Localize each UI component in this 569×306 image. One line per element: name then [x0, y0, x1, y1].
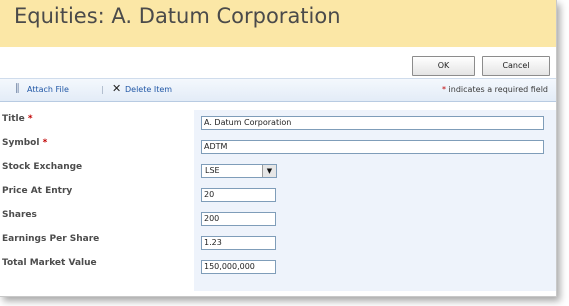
field-label-symbol: Symbol * [2, 138, 48, 148]
toolbar-separator: | [101, 85, 104, 94]
attach-file-link[interactable]: Attach File [27, 85, 69, 94]
form-row-shares: Shares 200 [0, 206, 556, 231]
title-input[interactable]: A. Datum Corporation [201, 116, 544, 130]
field-label-title: Title * [2, 114, 33, 124]
form-row-earnings-per-share: Earnings Per Share 1.23 [0, 230, 556, 255]
field-label-earnings-per-share: Earnings Per Share [2, 234, 100, 244]
delete-item-link[interactable]: Delete Item [125, 85, 172, 94]
required-star: * [27, 114, 33, 124]
edit-item-dialog: Equities: A. Datum Corporation OK Cancel… [0, 0, 557, 297]
paperclip-icon[interactable]: ∥ [15, 83, 20, 94]
symbol-input[interactable]: ADTM [201, 140, 544, 154]
earnings-per-share-input[interactable]: 1.23 [201, 236, 276, 250]
form-row-total-market-value: Total Market Value 150,000,000 [0, 254, 556, 291]
stock-exchange-select[interactable]: LSE ▼ [201, 164, 277, 178]
field-label-shares: Shares [2, 210, 37, 220]
cancel-button[interactable]: Cancel [482, 56, 550, 76]
form-row-stock-exchange: Stock Exchange LSE ▼ [0, 158, 556, 183]
required-star: * [42, 138, 48, 148]
field-label-price-at-entry: Price At Entry [2, 186, 73, 196]
field-label-total-market-value: Total Market Value [2, 258, 97, 268]
shares-input[interactable]: 200 [201, 212, 276, 226]
x-delete-icon[interactable]: ✕ [112, 82, 121, 95]
form-row-symbol: Symbol * ADTM [0, 134, 556, 159]
form-row-title: Title * A. Datum Corporation [0, 110, 556, 135]
required-note-text: indicates a required field [446, 85, 548, 94]
form-row-price-at-entry: Price At Entry 20 [0, 182, 556, 207]
price-at-entry-input[interactable]: 20 [201, 188, 276, 202]
item-toolbar: ∥ Attach File | ✕ Delete Item * indicate… [0, 78, 556, 102]
ok-button[interactable]: OK [412, 56, 475, 76]
stock-exchange-value: LSE [205, 166, 220, 175]
total-market-value-input[interactable]: 150,000,000 [201, 260, 276, 274]
dropdown-arrow-icon[interactable]: ▼ [262, 165, 276, 177]
required-field-note: * indicates a required field [442, 85, 548, 94]
title-bar: Equities: A. Datum Corporation [0, 0, 556, 47]
field-label-stock-exchange: Stock Exchange [2, 162, 83, 172]
page-title: Equities: A. Datum Corporation [14, 4, 341, 28]
